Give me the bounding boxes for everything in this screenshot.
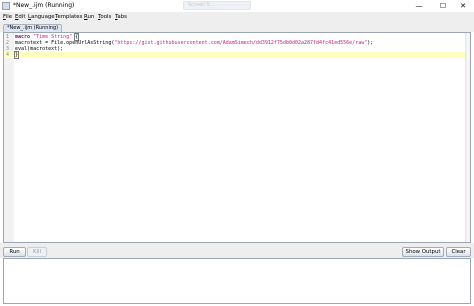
maximize-icon[interactable]: ☐ <box>432 0 454 12</box>
menu-edit[interactable]: Edit <box>15 12 25 23</box>
menu-tools-label: ools <box>100 14 112 20</box>
show-output-button[interactable]: Show Output <box>402 247 444 257</box>
output-console[interactable] <box>3 258 471 304</box>
menu-templates[interactable]: Templates <box>55 12 82 23</box>
code-text: } <box>13 51 20 59</box>
code-editor[interactable]: 1 macro "Time String" { 2 macrotext = Fi… <box>3 32 471 243</box>
tab-strip: *New_.ijm (Running) <box>0 23 474 32</box>
run-button-bar: Run Kill Show Output Clear <box>0 246 474 258</box>
menu-tabs[interactable]: Tabs <box>115 12 127 23</box>
menu-run[interactable]: Run <box>84 12 94 23</box>
menu-file-label: ile <box>5 14 13 20</box>
run-button[interactable]: Run <box>3 247 26 257</box>
menu-language[interactable]: Language <box>28 12 55 23</box>
line-number: 4 <box>6 52 10 58</box>
app-icon <box>2 2 10 10</box>
minimize-icon[interactable]: — <box>408 0 430 12</box>
close-icon[interactable]: ✕ <box>452 0 474 12</box>
text-caret <box>18 52 20 57</box>
menu-run-label: un <box>87 14 95 20</box>
window-title-bar: *New_.ijm (Running) Screen S... — ☐ ✕ <box>0 0 474 12</box>
editor-scrollbar[interactable] <box>465 33 470 242</box>
current-code-line: 4 } <box>4 51 470 59</box>
menu-language-label: anguage <box>31 14 55 20</box>
menu-templates-label: emplates <box>57 14 83 20</box>
kill-button[interactable]: Kill <box>27 247 47 257</box>
menu-file[interactable]: File <box>3 12 12 23</box>
overlay-pill: Screen S... <box>183 1 251 10</box>
tab-new-ijm[interactable]: *New_.ijm (Running) <box>3 24 63 32</box>
menu-tabs-label: abs <box>117 14 127 20</box>
menu-tools[interactable]: Tools <box>98 12 111 23</box>
menu-bar: File Edit Language Templates Run Tools T… <box>0 12 474 23</box>
window-title: *New_.ijm (Running) <box>13 2 75 9</box>
menu-edit-label: dit <box>18 14 26 20</box>
clear-button[interactable]: Clear <box>446 247 471 257</box>
